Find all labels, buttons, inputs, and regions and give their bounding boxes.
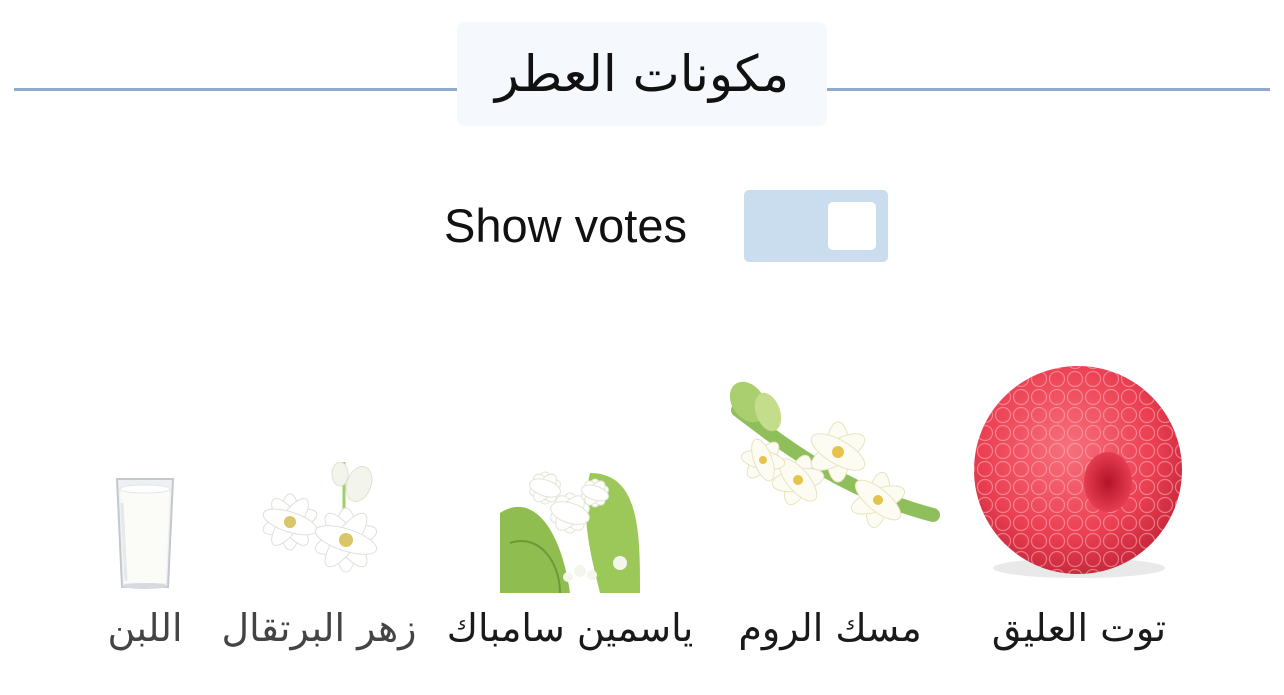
ingredient-label-tuberose[interactable]: مسك الروم [730, 606, 930, 650]
orange-blossom-icon[interactable] [254, 462, 394, 594]
raspberry-icon[interactable] [958, 352, 1200, 594]
toggle-knob[interactable] [828, 202, 876, 250]
ingredient-label-sambac-jasmine[interactable]: ياسمين سامباك [432, 606, 708, 650]
show-votes-toggle[interactable] [744, 190, 888, 262]
section-title-box: مكونات العطر [457, 22, 827, 126]
ingredient-label-orange-blossom[interactable]: زهر البرتقال [214, 606, 424, 650]
section-title: مكونات العطر [494, 45, 790, 103]
milk-glass-icon[interactable] [90, 473, 200, 593]
ingredient-label-milk[interactable]: اللبن [90, 606, 200, 650]
tuberose-icon[interactable] [718, 380, 940, 558]
ingredient-label-raspberry[interactable]: توت العليق [960, 606, 1198, 650]
sambac-jasmine-icon[interactable] [500, 453, 640, 593]
show-votes-label: Show votes [444, 199, 687, 252]
